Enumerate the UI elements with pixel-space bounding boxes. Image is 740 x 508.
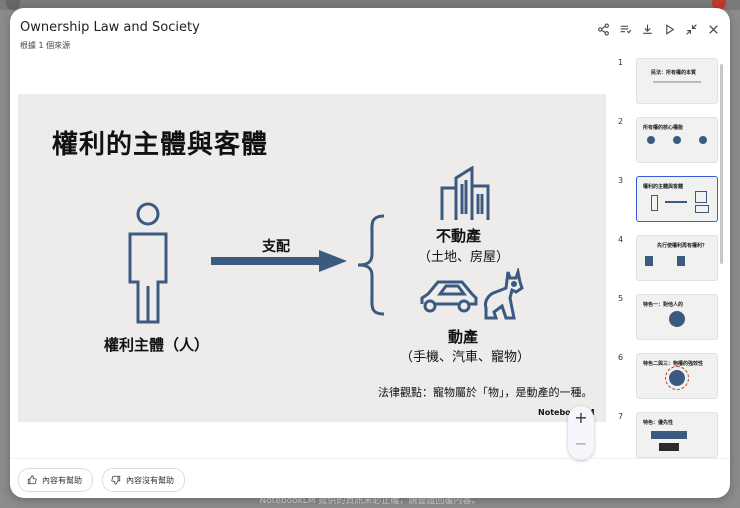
- curly-brace-icon: [357, 214, 385, 316]
- not-helpful-button[interactable]: 內容沒有幫助: [102, 468, 185, 492]
- immovable-title: 不動產: [436, 227, 482, 245]
- slide-viewer-dialog: Ownership Law and Society 根據 1 個來源 權利的主體…: [10, 8, 730, 498]
- slide-thumbnail[interactable]: 特色一：對他人的: [636, 294, 718, 340]
- playlist-button[interactable]: [616, 20, 634, 38]
- slide-thumbnail[interactable]: 所有權的核心權能: [636, 117, 718, 163]
- footer-divider: [10, 458, 730, 459]
- thumbnail-number: 5: [618, 294, 624, 303]
- slide-thumbnail[interactable]: 特色：優先性: [636, 412, 718, 458]
- immovable-detail: （土地、房屋）: [418, 250, 510, 265]
- slide-thumbnail[interactable]: 特色二與三：物權的強效性: [636, 353, 718, 399]
- zoom-control: + −: [568, 406, 594, 460]
- slide-footnote: 法律觀點：寵物屬於「物」，是動產的一種。: [378, 386, 593, 399]
- person-icon: [128, 202, 168, 324]
- source-count: 根據 1 個來源: [20, 41, 71, 50]
- share-icon: [597, 23, 609, 35]
- thumbnail-number: 7: [618, 412, 624, 421]
- slide-canvas: 權利的主體與客體 權利主體（人） 支配 不動產 （土地、房屋） 動產 （手機、汽…: [18, 94, 606, 422]
- thumbnail-number: 6: [618, 353, 624, 362]
- slide-title: 權利的主體與客體: [52, 130, 269, 160]
- thumbnail-title: 所有權的核心權能: [643, 125, 684, 131]
- dog-icon: [484, 268, 524, 320]
- zoom-in-button[interactable]: +: [568, 408, 594, 427]
- thumbnail-title: 特色一：對他人的: [643, 302, 684, 308]
- thumbnail-title: 特色二與三：物權的強效性: [643, 361, 704, 367]
- movable-detail: （手機、汽車、寵物）: [400, 350, 531, 365]
- zoom-out-button[interactable]: −: [568, 434, 594, 453]
- arrow-right-icon: [211, 250, 347, 272]
- download-icon: [642, 24, 652, 34]
- thumbs-down-icon: [111, 475, 121, 485]
- thumbnail-title: 特色：優先性: [643, 420, 674, 426]
- slide-thumbnail-selected[interactable]: 權利的主體與客體: [636, 176, 718, 222]
- movable-title: 動產: [448, 328, 479, 346]
- thumbnail-number: 2: [618, 117, 624, 126]
- thumbs-up-icon: [27, 475, 37, 485]
- thumbnail-number: 4: [618, 235, 624, 244]
- thumbnail-scrollbar[interactable]: [720, 64, 723, 264]
- car-icon: [420, 280, 478, 313]
- share-button[interactable]: [594, 20, 612, 38]
- slide-thumbnail[interactable]: 先行使權利再有權利？: [636, 235, 718, 281]
- slide-thumbnail[interactable]: 民法：所有權的本質: [636, 58, 718, 104]
- thumbnail-number: 3: [618, 176, 624, 185]
- dialog-title: Ownership Law and Society: [20, 20, 200, 35]
- collapse-button[interactable]: [682, 20, 700, 38]
- not-helpful-label: 內容沒有幫助: [126, 475, 174, 485]
- collapse-icon: [685, 23, 697, 35]
- helpful-label: 內容有幫助: [42, 475, 82, 485]
- playlist-icon: [620, 25, 631, 34]
- building-icon: [440, 166, 490, 220]
- thumbnail-number: 1: [618, 58, 624, 67]
- download-button[interactable]: [638, 20, 656, 38]
- subject-label: 權利主體（人）: [104, 336, 210, 354]
- thumbnail-title: 民法：所有權的本質: [651, 70, 697, 76]
- thumbnail-title: 權利的主體與客體: [643, 184, 684, 190]
- helpful-button[interactable]: 內容有幫助: [18, 468, 93, 492]
- slide-thumbnail-list[interactable]: 1 民法：所有權的本質 2 所有權的核心權能 3 權利的主體與客體 4 先行使權…: [614, 54, 722, 462]
- close-icon: [708, 24, 718, 34]
- thumbnail-title: 先行使權利再有權利？: [657, 243, 708, 249]
- play-icon: [665, 23, 674, 35]
- play-button[interactable]: [660, 20, 678, 38]
- close-button[interactable]: [704, 20, 722, 38]
